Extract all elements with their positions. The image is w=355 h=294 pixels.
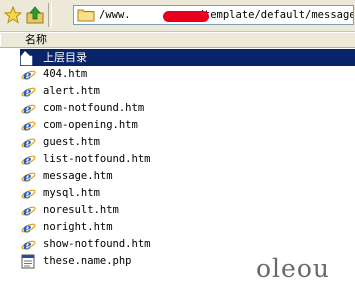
ie-document-icon: e xyxy=(20,67,36,83)
file-row[interactable]: e message.htm xyxy=(20,168,355,185)
svg-text:e: e xyxy=(23,171,31,185)
favorites-star-icon[interactable] xyxy=(3,5,23,25)
svg-text:e: e xyxy=(23,69,31,83)
header-divider xyxy=(0,34,1,46)
file-row[interactable]: e mysql.htm xyxy=(20,185,355,202)
file-row[interactable]: e 404.htm xyxy=(20,66,355,83)
toolbar: /www. com/template/default/message/ xyxy=(0,0,355,32)
ie-document-icon: e xyxy=(20,84,36,100)
ie-document-icon: e xyxy=(20,169,36,185)
up-folder-icon xyxy=(20,50,36,66)
file-name: guest.htm xyxy=(43,136,100,148)
svg-text:e: e xyxy=(23,205,31,219)
svg-text:e: e xyxy=(23,120,31,134)
file-name: com-notfound.htm xyxy=(43,102,145,114)
file-row[interactable]: e alert.htm xyxy=(20,83,355,100)
file-name: message.htm xyxy=(43,170,113,182)
address-prefix: /www. xyxy=(99,9,131,21)
watermark: oleou xyxy=(256,254,330,283)
address-bar[interactable]: /www. com/template/default/message/ xyxy=(73,5,354,25)
column-header-name[interactable]: 名称 xyxy=(25,33,47,47)
svg-text:e: e xyxy=(23,188,31,202)
file-row[interactable]: e show-notfound.htm xyxy=(20,236,355,253)
svg-text:e: e xyxy=(23,103,31,117)
address-text: /www. com/template/default/message/ xyxy=(99,9,353,22)
svg-text:e: e xyxy=(23,137,31,151)
redaction-mark xyxy=(163,11,209,22)
ie-document-icon: e xyxy=(20,101,36,117)
svg-text:e: e xyxy=(23,154,31,168)
file-name: mysql.htm xyxy=(43,187,100,199)
svg-text:e: e xyxy=(23,239,31,253)
file-row[interactable]: e com-notfound.htm xyxy=(20,100,355,117)
file-name: com-opening.htm xyxy=(43,119,138,131)
file-name: noresult.htm xyxy=(43,204,119,216)
ie-document-icon: e xyxy=(20,186,36,202)
ie-document-icon: e xyxy=(20,118,36,134)
file-name: these.name.php xyxy=(43,255,132,267)
file-list: 上层目录 e 404.htm e alert.htm e com-notfound.htm e… xyxy=(20,49,355,270)
file-row[interactable]: e noresult.htm xyxy=(20,202,355,219)
file-name: alert.htm xyxy=(43,85,100,97)
file-row[interactable]: e guest.htm xyxy=(20,134,355,151)
ie-document-icon: e xyxy=(20,152,36,168)
ie-document-icon: e xyxy=(20,203,36,219)
parent-directory-row[interactable]: 上层目录 xyxy=(20,49,355,66)
ie-document-icon: e xyxy=(20,220,36,236)
file-row[interactable]: e com-opening.htm xyxy=(20,117,355,134)
file-row[interactable]: e list-notfound.htm xyxy=(20,151,355,168)
list-header: 名称 xyxy=(0,33,355,48)
file-name: list-notfound.htm xyxy=(43,153,151,165)
folder-icon xyxy=(77,9,95,22)
toolbar-separator xyxy=(48,3,52,27)
file-name: noright.htm xyxy=(43,221,113,233)
ie-document-icon: e xyxy=(20,237,36,253)
file-name: 上层目录 xyxy=(43,51,87,64)
ie-document-icon: e xyxy=(20,135,36,151)
svg-text:e: e xyxy=(23,86,31,100)
svg-text:e: e xyxy=(23,222,31,236)
file-name: 404.htm xyxy=(43,68,88,80)
up-level-icon[interactable] xyxy=(25,5,45,25)
file-row[interactable]: e noright.htm xyxy=(20,219,355,236)
php-file-icon xyxy=(20,254,36,270)
file-name: show-notfound.htm xyxy=(43,238,151,250)
